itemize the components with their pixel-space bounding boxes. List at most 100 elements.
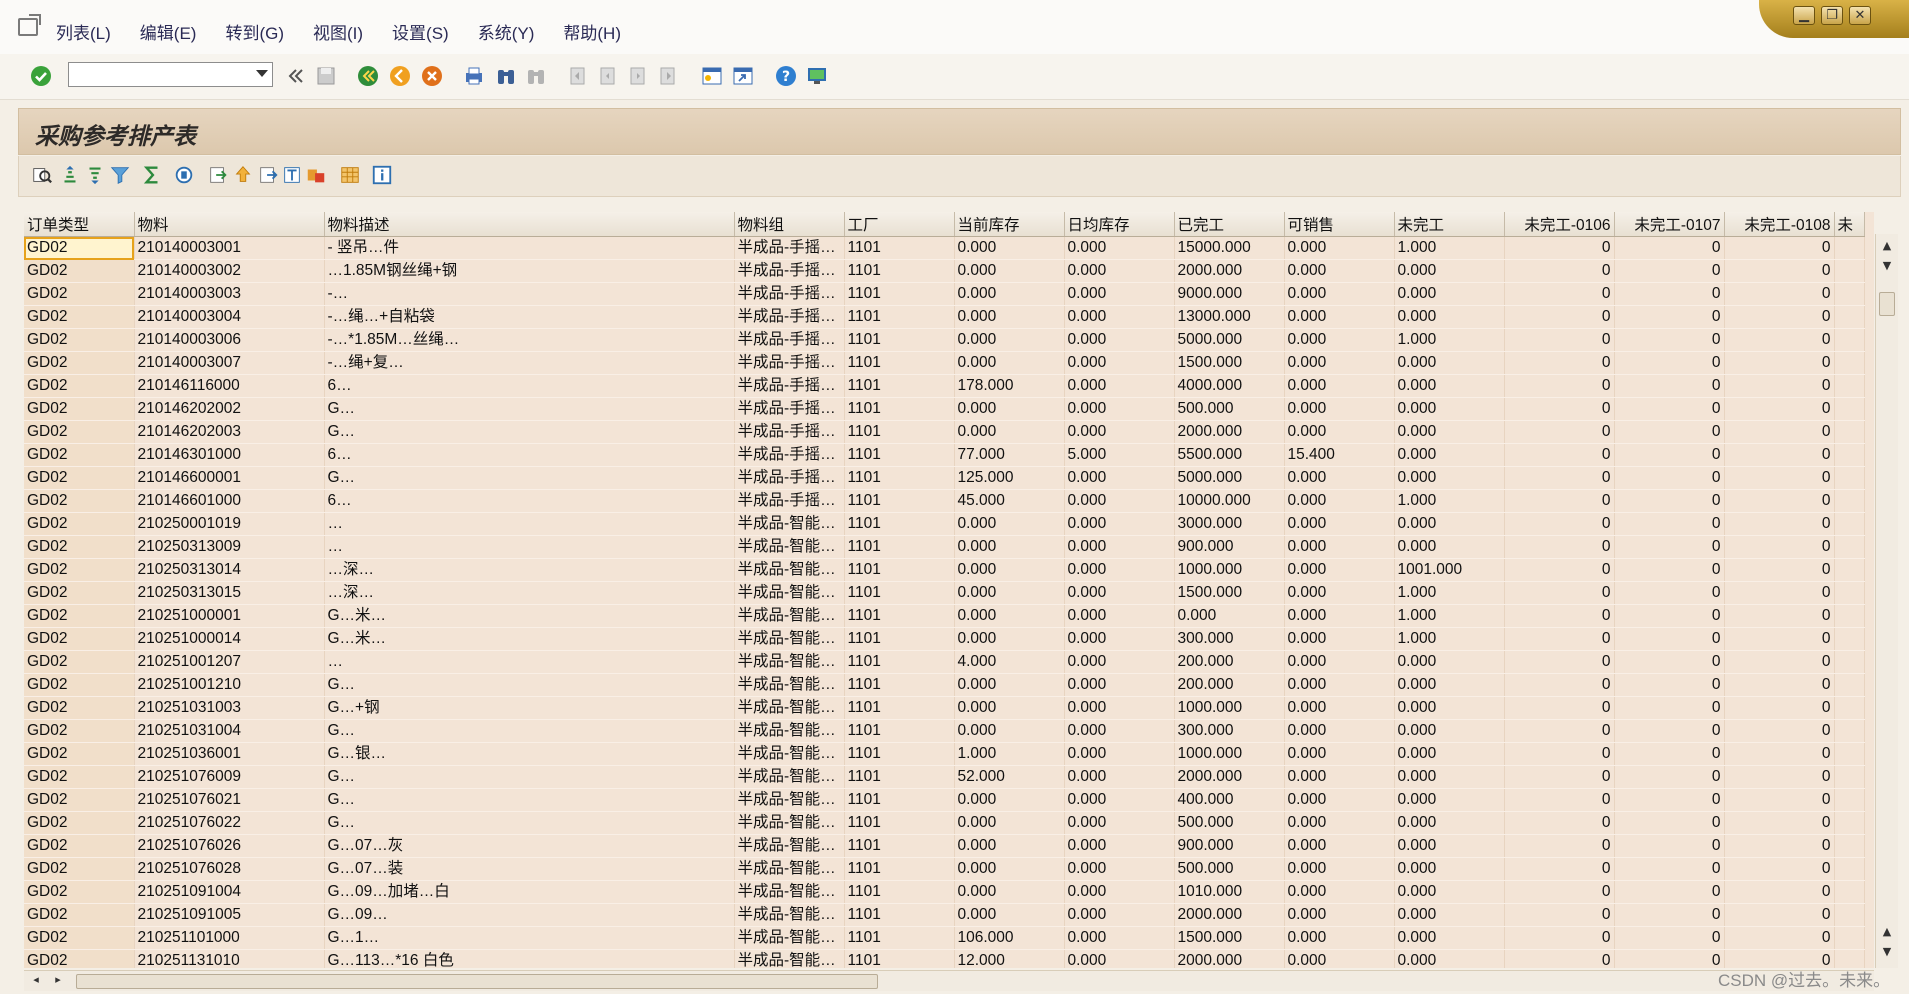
cell-undone[interactable]: 1.000 <box>1394 328 1505 352</box>
cell-type[interactable]: GD02 <box>24 420 135 444</box>
cell-done[interactable]: 1500.000 <box>1174 581 1285 605</box>
cell-stock[interactable]: 0.000 <box>954 696 1065 720</box>
cell-grp[interactable]: 半成品-智能… <box>734 558 845 582</box>
cell-u0107[interactable]: 0 <box>1614 328 1725 352</box>
cell-daily[interactable]: 0.000 <box>1064 328 1175 352</box>
cell-u0106[interactable]: 0 <box>1504 811 1615 835</box>
cell-done[interactable]: 1000.000 <box>1174 558 1285 582</box>
cell-u0108[interactable]: 0 <box>1724 857 1835 881</box>
table-row[interactable]: GD02 210146116000 6… 半成品-手摇… 1101 178.000 0.00… <box>24 374 1865 398</box>
cell-u0107[interactable]: 0 <box>1614 765 1725 789</box>
cell-undone[interactable]: 0.000 <box>1394 788 1505 812</box>
cell-plant[interactable]: 1101 <box>844 259 955 283</box>
cell-done[interactable]: 1500.000 <box>1174 926 1285 950</box>
cell-u0109[interactable] <box>1834 880 1865 904</box>
cell-u0109[interactable] <box>1834 236 1865 260</box>
cell-desc[interactable]: -…*1.85M…丝绳… <box>324 328 735 352</box>
cell-u0106[interactable]: 0 <box>1504 834 1615 858</box>
back-icon[interactable] <box>356 64 380 88</box>
cell-plant[interactable]: 1101 <box>844 282 955 306</box>
table-row[interactable]: GD02 210250313015 …深… 半成品-智能… 1101 0.000 0.000… <box>24 581 1865 605</box>
cell-undone[interactable]: 0.000 <box>1394 765 1505 789</box>
cell-u0107[interactable]: 0 <box>1614 719 1725 743</box>
cell-u0108[interactable]: 0 <box>1724 443 1835 467</box>
cell-stock[interactable]: 125.000 <box>954 466 1065 490</box>
scroll-page-down-icon[interactable]: ▼ <box>1879 944 1895 960</box>
cell-undone[interactable]: 0.000 <box>1394 696 1505 720</box>
cell-type[interactable]: GD02 <box>24 765 135 789</box>
cell-plant[interactable]: 1101 <box>844 627 955 651</box>
scroll-down-icon[interactable]: ▼ <box>1879 258 1895 274</box>
cell-sale[interactable]: 0.000 <box>1284 719 1395 743</box>
cell-plant[interactable]: 1101 <box>844 397 955 421</box>
cell-u0106[interactable]: 0 <box>1504 949 1615 968</box>
cell-grp[interactable]: 半成品-手摇… <box>734 397 845 421</box>
cell-grp[interactable]: 半成品-智能… <box>734 811 845 835</box>
cell-undone[interactable]: 0.000 <box>1394 443 1505 467</box>
cell-stock[interactable]: 0.000 <box>954 719 1065 743</box>
cell-u0107[interactable]: 0 <box>1614 558 1725 582</box>
cell-mat[interactable]: 210250313014 <box>134 558 325 582</box>
cell-u0108[interactable]: 0 <box>1724 466 1835 490</box>
cell-plant[interactable]: 1101 <box>844 903 955 927</box>
cell-u0109[interactable] <box>1834 282 1865 306</box>
cell-u0108[interactable]: 0 <box>1724 811 1835 835</box>
last-page-icon[interactable] <box>656 64 680 88</box>
cell-done[interactable]: 900.000 <box>1174 535 1285 559</box>
cell-u0107[interactable]: 0 <box>1614 811 1725 835</box>
cell-undone[interactable]: 0.000 <box>1394 742 1505 766</box>
table-row[interactable]: GD02 210251076026 G…07…灰 半成品-智能… 1101 0.000 0.… <box>24 834 1865 858</box>
cell-sale[interactable]: 0.000 <box>1284 650 1395 674</box>
cell-done[interactable]: 200.000 <box>1174 673 1285 697</box>
cell-u0109[interactable] <box>1834 857 1865 881</box>
cell-undone[interactable]: 1.000 <box>1394 489 1505 513</box>
cell-type[interactable]: GD02 <box>24 673 135 697</box>
cell-daily[interactable]: 0.000 <box>1064 811 1175 835</box>
cell-mat[interactable]: 210140003007 <box>134 351 325 375</box>
cell-u0107[interactable]: 0 <box>1614 581 1725 605</box>
upload-icon[interactable] <box>232 164 254 186</box>
column-header-sale[interactable]: 可销售 <box>1284 212 1395 237</box>
cell-daily[interactable]: 0.000 <box>1064 374 1175 398</box>
cell-type[interactable]: GD02 <box>24 650 135 674</box>
cell-sale[interactable]: 0.000 <box>1284 696 1395 720</box>
table-row[interactable]: GD02 210251091004 G…09…加堵…白 半成品-智能… 1101 0.00… <box>24 880 1865 904</box>
cell-daily[interactable]: 0.000 <box>1064 604 1175 628</box>
cell-plant[interactable]: 1101 <box>844 581 955 605</box>
cell-type[interactable]: GD02 <box>24 236 135 260</box>
cell-u0108[interactable]: 0 <box>1724 788 1835 812</box>
cell-sale[interactable]: 0.000 <box>1284 236 1395 260</box>
cell-mat[interactable]: 210251001210 <box>134 673 325 697</box>
cell-u0106[interactable]: 0 <box>1504 558 1615 582</box>
cell-desc[interactable]: G… <box>324 719 735 743</box>
cell-desc[interactable]: …深… <box>324 558 735 582</box>
table-row[interactable]: GD02 210140003004 -…绳…+自粘袋 半成品-手摇… 1101 0.000… <box>24 305 1865 329</box>
export-icon[interactable] <box>207 164 229 186</box>
cell-mat[interactable]: 210251091004 <box>134 880 325 904</box>
cell-undone[interactable]: 0.000 <box>1394 374 1505 398</box>
cell-type[interactable]: GD02 <box>24 788 135 812</box>
cell-sale[interactable]: 0.000 <box>1284 420 1395 444</box>
cell-desc[interactable]: G…09…加堵…白 <box>324 880 735 904</box>
cell-plant[interactable]: 1101 <box>844 880 955 904</box>
cell-u0109[interactable] <box>1834 788 1865 812</box>
cell-u0108[interactable]: 0 <box>1724 627 1835 651</box>
cell-u0109[interactable] <box>1834 489 1865 513</box>
cell-daily[interactable]: 0.000 <box>1064 466 1175 490</box>
cell-u0108[interactable]: 0 <box>1724 351 1835 375</box>
column-header-type[interactable]: 订单类型 <box>24 212 135 237</box>
cell-sale[interactable]: 0.000 <box>1284 949 1395 968</box>
column-header-stock[interactable]: 当前库存 <box>954 212 1065 237</box>
cell-desc[interactable]: G…银… <box>324 742 735 766</box>
cell-done[interactable]: 1500.000 <box>1174 351 1285 375</box>
cell-daily[interactable]: 0.000 <box>1064 305 1175 329</box>
cell-type[interactable]: GD02 <box>24 627 135 651</box>
cell-sale[interactable]: 0.000 <box>1284 581 1395 605</box>
cell-grp[interactable]: 半成品-手摇… <box>734 328 845 352</box>
sort-desc-icon[interactable] <box>84 164 106 186</box>
cell-plant[interactable]: 1101 <box>844 673 955 697</box>
column-header-done[interactable]: 已完工 <box>1174 212 1285 237</box>
cell-mat[interactable]: 210251131010 <box>134 949 325 968</box>
cell-u0106[interactable]: 0 <box>1504 604 1615 628</box>
table-row[interactable]: GD02 210146202003 G… 半成品-手摇… 1101 0.000 0.000 2… <box>24 420 1865 444</box>
